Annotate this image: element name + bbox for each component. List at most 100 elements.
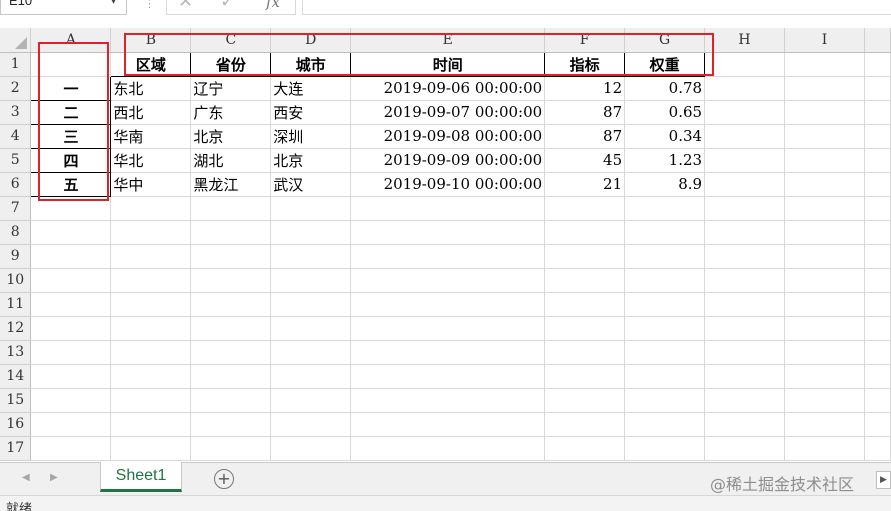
grid-cell[interactable]: 2019-09-09 00:00:00	[350, 148, 546, 173]
grid-cell[interactable]	[544, 388, 626, 413]
row-header[interactable]: 13	[0, 340, 32, 365]
grid-cell[interactable]	[190, 196, 272, 221]
grid-cell[interactable]	[624, 412, 706, 437]
column-header[interactable]: C	[190, 28, 272, 53]
grid-cell[interactable]: 45	[544, 148, 626, 173]
chevron-down-icon[interactable]: ▾	[111, 0, 116, 7]
grid-cell[interactable]	[190, 244, 272, 269]
grid-cell[interactable]	[30, 244, 112, 269]
enter-icon[interactable]: ✓	[220, 0, 235, 12]
formula-input[interactable]	[302, 0, 891, 15]
grid-cell[interactable]	[704, 292, 785, 317]
grid-cell[interactable]	[784, 268, 865, 293]
grid-cell[interactable]	[544, 220, 626, 245]
grid-cell[interactable]	[704, 436, 785, 461]
grid-cell-extra[interactable]	[864, 100, 891, 125]
grid-cell[interactable]: 华南	[110, 124, 192, 149]
column-header[interactable]: F	[544, 28, 626, 53]
grid-cell[interactable]	[350, 268, 546, 293]
grid-cell[interactable]: 2019-09-06 00:00:00	[350, 76, 546, 101]
grid-cell[interactable]	[704, 76, 785, 101]
grid-cell[interactable]	[110, 340, 192, 365]
grid-cell[interactable]	[30, 196, 112, 221]
grid-cell[interactable]	[30, 268, 112, 293]
grid-cell[interactable]	[784, 196, 865, 221]
grid-cell[interactable]	[270, 316, 352, 341]
grid-cell[interactable]: 指标	[544, 51, 626, 77]
grid-cell[interactable]	[704, 52, 785, 77]
grid-cell[interactable]	[350, 388, 546, 413]
grid-cell[interactable]	[784, 340, 865, 365]
grid-cell[interactable]	[784, 220, 865, 245]
name-box[interactable]: E10 ▾	[0, 0, 127, 15]
grid-cell[interactable]	[350, 220, 546, 245]
grid-cell[interactable]	[30, 388, 112, 413]
grid-cell[interactable]: 辽宁	[190, 76, 272, 101]
grid-cell[interactable]: 二	[30, 100, 112, 125]
grid-cell[interactable]	[704, 196, 785, 221]
row-header[interactable]: 5	[0, 148, 32, 173]
grid-cell-extra[interactable]	[864, 316, 891, 341]
row-header[interactable]: 11	[0, 292, 32, 317]
grid-cell-extra[interactable]	[864, 52, 891, 77]
grid-cell[interactable]	[110, 220, 192, 245]
grid-cell[interactable]: 北京	[190, 124, 272, 149]
grid-cell[interactable]	[350, 412, 546, 437]
grid-cell[interactable]	[110, 316, 192, 341]
grid-cell[interactable]: 大连	[270, 76, 352, 101]
grid-cell[interactable]	[544, 244, 626, 269]
grid-cell[interactable]	[190, 316, 272, 341]
grid-cell[interactable]: 武汉	[270, 172, 352, 197]
column-header-extra[interactable]	[864, 28, 891, 53]
column-header[interactable]: G	[624, 28, 706, 53]
grid-cell[interactable]	[704, 148, 785, 173]
row-header[interactable]: 3	[0, 100, 32, 125]
grid-cell[interactable]	[190, 292, 272, 317]
grid-cell[interactable]	[704, 388, 785, 413]
grid-cell[interactable]: 华中	[110, 172, 192, 197]
grid-cell[interactable]	[110, 388, 192, 413]
grid-cell[interactable]	[544, 268, 626, 293]
grid-cell[interactable]	[190, 436, 272, 461]
grid-cell[interactable]	[784, 100, 865, 125]
add-sheet-icon[interactable]: +	[214, 469, 234, 489]
grid-cell[interactable]: 0.34	[624, 124, 706, 149]
row-header[interactable]: 10	[0, 268, 32, 293]
grid-cell-extra[interactable]	[864, 196, 891, 221]
grid-cell[interactable]	[544, 364, 626, 389]
grid-cell-extra[interactable]	[864, 388, 891, 413]
grid-cell[interactable]	[624, 388, 706, 413]
grid-cell[interactable]: 21	[544, 172, 626, 197]
grid-cell-extra[interactable]	[864, 436, 891, 461]
grid-cell[interactable]	[190, 388, 272, 413]
grid-cell[interactable]: 三	[30, 124, 112, 149]
grid-cell[interactable]: 一	[30, 75, 112, 101]
row-header[interactable]: 8	[0, 220, 32, 245]
grid-cell[interactable]	[270, 364, 352, 389]
grid-cell[interactable]	[704, 244, 785, 269]
grid-cell[interactable]: 8.9	[624, 172, 706, 197]
grid-cell[interactable]	[704, 124, 785, 149]
row-header[interactable]: 6	[0, 172, 32, 197]
grid-cell[interactable]: 华北	[110, 148, 192, 173]
grid-cell[interactable]: 东北	[110, 76, 192, 101]
grid-cell[interactable]	[270, 220, 352, 245]
grid-cell[interactable]	[270, 388, 352, 413]
grid-cell[interactable]	[110, 412, 192, 437]
grid-cell[interactable]: 权重	[624, 51, 706, 77]
grid-cell[interactable]	[784, 388, 865, 413]
grid-cell[interactable]	[784, 52, 865, 77]
row-header[interactable]: 1	[0, 52, 32, 77]
grid-cell[interactable]	[110, 268, 192, 293]
grid-cell[interactable]	[30, 340, 112, 365]
grid-cell-extra[interactable]	[864, 244, 891, 269]
grid-cell[interactable]	[784, 172, 865, 197]
grid-cell[interactable]: 广东	[190, 100, 272, 125]
grid-cell[interactable]	[544, 292, 626, 317]
grid-cell[interactable]	[30, 436, 112, 461]
grid-cell[interactable]: 西北	[110, 100, 192, 125]
row-header[interactable]: 7	[0, 196, 32, 221]
grid-cell[interactable]	[544, 196, 626, 221]
grid-cell-extra[interactable]	[864, 340, 891, 365]
column-header[interactable]: A	[30, 28, 112, 53]
